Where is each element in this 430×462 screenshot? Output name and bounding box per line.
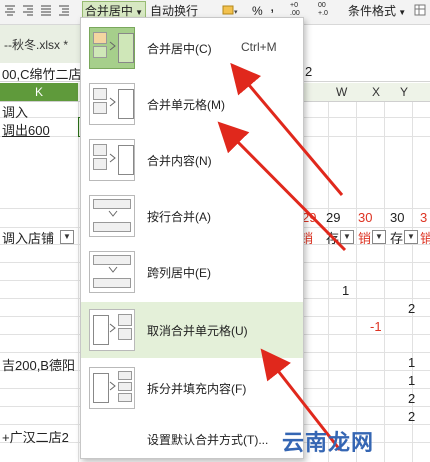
menu-item-merge-content[interactable]: 合并内容(N) [81,132,303,188]
conditional-format-button[interactable]: 条件格式 ▼ [348,2,406,20]
column-header-x[interactable]: X [372,83,380,101]
cell-day-29b: 29 [326,210,341,225]
chevron-down-icon: ▼ [396,8,407,17]
menu-label: 跨列居中(E) [147,266,211,280]
cell-sub-4: 存 [390,231,404,246]
currency-icon[interactable]: ▾ [222,4,238,16]
decrease-decimal-bottom: +.0 [318,10,328,17]
filter-dropdown-icon[interactable]: ▼ [372,230,386,244]
menu-item-split-fill[interactable]: 拆分并填充内容(F) [81,360,303,416]
cell-value[interactable]: 1 [408,373,415,388]
merge-center-label: 合并居中 [84,4,133,18]
column-header-w[interactable]: W [336,83,347,101]
cell-sub-2: 存 [326,231,340,246]
menu-item-center-across[interactable]: 跨列居中(E) [81,244,303,300]
cell-day-30b: 30 [390,210,405,225]
split-fill-icon [89,367,135,409]
unmerge-cells-icon [89,309,135,351]
menu-label: 合并居中(C) [147,42,212,56]
filter-dropdown-icon[interactable]: ▼ [60,230,74,244]
column-header-y[interactable]: Y [400,83,408,101]
cell-day-3: 3 [420,210,428,225]
cell-sub-5: 销 [420,231,430,246]
cell-value[interactable]: 1 [408,355,415,370]
cell-value[interactable]: 1 [342,283,349,298]
merge-content-icon [89,139,135,181]
cell-header-left[interactable]: 调入店铺 [2,228,54,247]
center-across-icon [89,251,135,293]
cell-value[interactable]: 2 [408,301,415,316]
cell-day-29a: 29 [302,210,317,225]
conditional-format-label: 条件格式 [348,4,397,18]
menu-item-merge-center[interactable]: 合并居中(C) Ctrl+M [81,20,303,76]
filter-dropdown-icon[interactable]: ▼ [404,230,418,244]
cell-r2-left[interactable]: 调出600 [2,120,50,139]
cell-sub-3: 销 [358,231,372,246]
distribute-icon[interactable] [40,4,52,16]
menu-item-merge-by-row[interactable]: 按行合并(A) [81,188,303,244]
menu-label: 合并单元格(M) [147,98,225,112]
filter-dropdown-icon[interactable]: ▼ [340,230,354,244]
comma-style-icon[interactable]: , [270,0,274,16]
align-right-icon[interactable] [22,4,34,16]
cell-row-text[interactable]: 吉200,B德阳 [2,355,75,374]
file-tab-label: --秋冬.xlsx * [4,38,68,52]
menu-item-merge-cells[interactable]: 合并单元格(M) [81,76,303,132]
menu-label: 按行合并(A) [147,210,211,224]
table-style-icon[interactable] [414,4,426,16]
increase-decimal-top: +0 [290,2,298,9]
cell-r1-left[interactable]: 调入 [2,102,28,121]
menu-label: 拆分并填充内容(F) [147,382,247,396]
watermark-logo: 云南龙网 [282,431,375,456]
merge-dropdown-menu: 合并居中(C) Ctrl+M 合并单元格(M) 合并内容(N) 按行合并(A) [80,17,304,459]
decrease-decimal-top: 00 [318,2,326,9]
decrease-decimal-button[interactable]: 00 +.0 [318,2,328,20]
menu-item-unmerge-cells[interactable]: 取消合并单元格(U) [81,302,303,358]
cell-row-text[interactable]: +广汉二店2 [2,427,69,446]
cell-value[interactable]: 2 [408,409,415,424]
chevron-down-icon: ▼ [132,8,144,17]
column-header-k[interactable]: K [0,83,78,101]
cell-value[interactable]: 2 [408,391,415,406]
svg-text:▾: ▾ [234,9,238,16]
menu-label: 取消合并单元格(U) [147,324,248,338]
cell-content-text: 00,C绵竹二店 [2,67,82,82]
merge-cells-icon [89,83,135,125]
merge-by-row-icon [89,195,135,237]
menu-shortcut: Ctrl+M [241,40,277,54]
merge-center-icon [89,27,135,69]
file-tab[interactable]: --秋冬.xlsx * [0,25,80,63]
cell-content-right: 2 [305,64,313,79]
menu-label: 合并内容(N) [147,154,212,168]
align-center-icon[interactable] [4,4,16,16]
menu-item-set-default-merge[interactable]: 设置默认合并方式(T)... [147,431,268,448]
cell-day-30a: 30 [358,210,373,225]
cell-value-negative[interactable]: -1 [370,319,382,334]
indent-icon[interactable] [58,4,70,16]
